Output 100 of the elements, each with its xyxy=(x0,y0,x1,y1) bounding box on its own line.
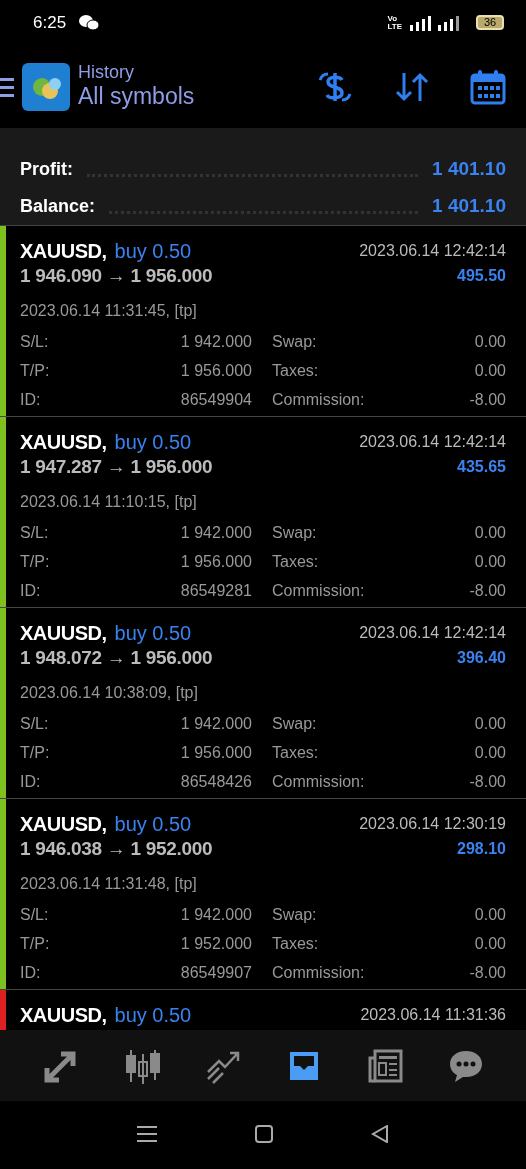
detail-label: Swap: xyxy=(271,904,318,925)
detail-value: -8.00 xyxy=(468,771,506,792)
detail-value: 0.00 xyxy=(473,713,506,734)
detail-value: 0.00 xyxy=(473,742,506,763)
signal-icon xyxy=(410,14,460,31)
detail-label: Taxes: xyxy=(271,551,320,572)
close-time: 2023.06.14 12:42:14 xyxy=(359,432,506,452)
close-time: 2023.06.14 11:31:36 xyxy=(360,1005,506,1025)
home-icon[interactable] xyxy=(255,1125,273,1143)
open-time: 2023.06.14 11:10:15, [tp] xyxy=(20,491,198,512)
price-range: 1 948.072 → 1 956.000 xyxy=(20,646,213,670)
summary-value: 1 401.10 xyxy=(432,156,506,181)
chat-bubbles-icon xyxy=(78,13,101,32)
recent-apps-icon[interactable] xyxy=(137,1125,157,1143)
symbol: XAUUSD, xyxy=(20,1003,107,1028)
trade-side: buy 0.50 xyxy=(114,621,192,646)
trade-row[interactable]: XAUUSD, buy 0.50 2023.06.14 12:42:14 1 947.287 → 1 956.000 435.65 2023.06.14 11:10:15, [tp] S/L: 1 942.000 Swap: 0.00 T/P: 1 956.000 Taxes: 0.00 ID: 86549281 Commission: -8.00 xyxy=(0,417,526,608)
network-type: LTE xyxy=(387,22,402,31)
trade-side: buy 0.50 xyxy=(114,239,192,264)
calendar-icon[interactable] xyxy=(470,68,506,105)
detail-label: S/L: xyxy=(20,904,50,925)
detail-value: 0.00 xyxy=(473,904,506,925)
detail-value: 1 956.000 xyxy=(179,360,252,381)
close-time: 2023.06.14 12:42:14 xyxy=(359,623,506,643)
detail-label: Commission: xyxy=(271,580,366,601)
summary-value: 1 401.10 xyxy=(432,193,506,218)
symbol: XAUUSD, xyxy=(20,812,107,837)
detail-label: ID: xyxy=(20,580,42,601)
newspaper-icon[interactable] xyxy=(366,1047,403,1084)
detail-label: Commission: xyxy=(271,389,366,410)
detail-value: 86549907 xyxy=(179,962,252,983)
detail-label: ID: xyxy=(20,771,42,792)
profit-value: 495.50 xyxy=(457,266,506,287)
detail-value: 0.00 xyxy=(473,331,506,352)
detail-value: 1 942.000 xyxy=(179,904,252,925)
price-range: 1 946.038 → 1 952.000 xyxy=(20,837,213,861)
trade-side: buy 0.50 xyxy=(114,430,192,455)
detail-label: ID: xyxy=(20,962,42,983)
detail-value: 0.00 xyxy=(473,551,506,572)
trade-row[interactable]: XAUUSD, buy 0.50 2023.06.14 12:42:14 1 946.090 → 1 956.000 495.50 2023.06.14 11:31:45, [tp] S/L: 1 942.000 Swap: 0.00 T/P: 1 956.000 Taxes: 0.00 ID: 86549904 Commission: -8.00 xyxy=(0,226,526,417)
sort-icon[interactable] xyxy=(394,70,430,103)
battery-indicator: 36 xyxy=(476,15,504,30)
detail-label: T/P: xyxy=(20,933,51,954)
detail-label: T/P: xyxy=(20,742,51,763)
screen-title: History xyxy=(78,62,135,83)
trade-row[interactable]: XAUUSD, buy 0.50 2023.06.14 11:31:36 xyxy=(0,990,526,1030)
detail-value: -8.00 xyxy=(468,962,506,983)
detail-value: 86548426 xyxy=(179,771,252,792)
trade-side: buy 0.50 xyxy=(114,812,192,837)
profit-value: 435.65 xyxy=(457,457,506,478)
detail-label: Commission: xyxy=(271,962,366,983)
trade-row[interactable]: XAUUSD, buy 0.50 2023.06.14 12:30:19 1 946.038 → 1 952.000 298.10 2023.06.14 11:31:48, [tp] S/L: 1 942.000 Swap: 0.00 T/P: 1 952.000 Taxes: 0.00 ID: 86549907 Commission: -8.00 xyxy=(0,799,526,990)
detail-value: -8.00 xyxy=(468,580,506,601)
menu-icon[interactable] xyxy=(0,75,14,98)
profit-value: 396.40 xyxy=(457,648,506,669)
detail-label: Swap: xyxy=(271,713,318,734)
open-time: 2023.06.14 11:31:48, [tp] xyxy=(20,873,198,894)
summary-label: Balance: xyxy=(20,195,96,218)
detail-value: 1 952.000 xyxy=(179,933,252,954)
network-type: Vo xyxy=(387,14,399,23)
detail-value: 0.00 xyxy=(473,522,506,543)
detail-value: -8.00 xyxy=(468,389,506,410)
detail-value: 0.00 xyxy=(473,360,506,381)
trade-row[interactable]: XAUUSD, buy 0.50 2023.06.14 12:42:14 1 948.072 → 1 956.000 396.40 2023.06.14 10:38:09, [tp] S/L: 1 942.000 Swap: 0.00 T/P: 1 956.000 Taxes: 0.00 ID: 86548426 Commission: -8.00 xyxy=(0,608,526,799)
symbol: XAUUSD, xyxy=(20,239,107,264)
profit-value: 298.10 xyxy=(457,839,506,860)
detail-label: Taxes: xyxy=(271,742,320,763)
detail-label: Commission: xyxy=(271,771,366,792)
close-time: 2023.06.14 12:30:19 xyxy=(359,814,506,834)
detail-label: Taxes: xyxy=(271,360,320,381)
detail-label: T/P: xyxy=(20,360,51,381)
app-logo-icon xyxy=(22,62,70,111)
detail-label: ID: xyxy=(20,389,42,410)
clock: 6:25 xyxy=(33,11,67,34)
detail-value: 86549281 xyxy=(179,580,252,601)
detail-label: S/L: xyxy=(20,713,50,734)
candlestick-icon[interactable] xyxy=(123,1047,160,1084)
close-time: 2023.06.14 12:42:14 xyxy=(359,241,506,261)
detail-label: Taxes: xyxy=(271,933,320,954)
detail-label: S/L: xyxy=(20,522,50,543)
price-range: 1 947.287 → 1 956.000 xyxy=(20,455,213,479)
open-time: 2023.06.14 10:38:09, [tp] xyxy=(20,682,199,703)
detail-value: 1 942.000 xyxy=(179,522,252,543)
detail-label: Swap: xyxy=(271,522,318,543)
symbol: XAUUSD, xyxy=(20,430,107,455)
open-time: 2023.06.14 11:31:45, [tp] xyxy=(20,300,198,321)
back-icon[interactable] xyxy=(371,1125,389,1143)
summary-label: Profit: xyxy=(20,158,73,181)
trade-side: buy 0.50 xyxy=(114,1003,192,1028)
symbol-filter[interactable]: All symbols xyxy=(78,82,195,111)
detail-value: 1 956.000 xyxy=(179,551,252,572)
detail-label: T/P: xyxy=(20,551,51,572)
detail-label: Swap: xyxy=(271,331,318,352)
detail-value: 1 956.000 xyxy=(179,742,252,763)
detail-value: 86549904 xyxy=(179,389,252,410)
price-range: 1 946.090 → 1 956.000 xyxy=(20,264,213,288)
detail-value: 1 942.000 xyxy=(179,713,252,734)
symbol: XAUUSD, xyxy=(20,621,107,646)
detail-label: S/L: xyxy=(20,331,50,352)
detail-value: 0.00 xyxy=(473,933,506,954)
